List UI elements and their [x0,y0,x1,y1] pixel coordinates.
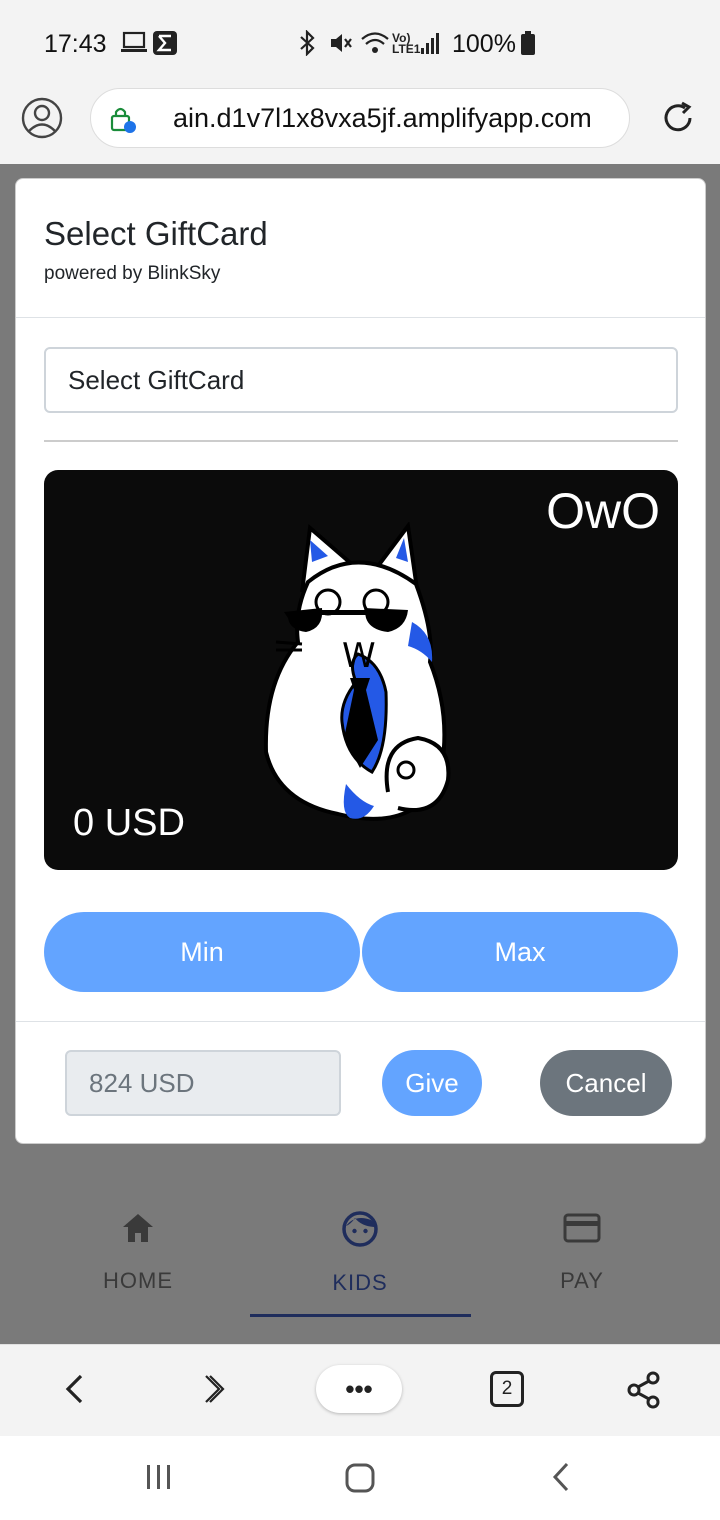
forward-arrow-icon[interactable] [198,1371,228,1407]
url-field[interactable]: ain.d1v7l1x8vxa5jf.amplifyapp.com [90,88,630,148]
amount-preset-buttons: Min Max [44,912,678,992]
cancel-button[interactable]: Cancel [540,1050,672,1116]
laptop-icon [121,31,147,52]
home-button-icon[interactable] [344,1462,376,1494]
battery-icon [521,31,535,55]
recent-apps-icon[interactable] [144,1462,174,1492]
nav-label-pay: PAY [560,1268,604,1293]
modal-footer: 824 USD Give Cancel [16,1021,705,1145]
nav-label-kids: KIDS [332,1270,388,1295]
more-menu-button[interactable]: ••• [316,1365,402,1413]
modal-subtitle: powered by BlinkSky [44,263,221,284]
system-navigation-bar [0,1436,720,1520]
nav-item-kids[interactable]: KIDS [250,1210,470,1320]
share-icon[interactable] [626,1371,662,1409]
gift-card-modal: Select GiftCard powered by BlinkSky Sele… [15,178,706,1144]
battery-percent: 100% [452,30,516,58]
profile-icon[interactable] [20,96,64,140]
modal-header: Select GiftCard powered by BlinkSky [16,179,705,318]
browser-address-bar: ain.d1v7l1x8vxa5jf.amplifyapp.com [0,88,720,164]
nav-item-home[interactable]: HOME [28,1210,248,1320]
modal-title: Select GiftCard [44,215,268,252]
cat-mascot-illustration: W [263,522,451,821]
status-time: 17:43 [44,30,107,58]
nav-label-home: HOME [103,1268,173,1293]
cat-letter: W [342,636,376,676]
gift-card-select[interactable]: Select GiftCard [44,347,678,413]
browser-toolbar: ••• 2 [0,1344,720,1436]
home-icon [123,1214,153,1242]
card-brand: OwO [546,483,660,539]
system-back-icon[interactable] [548,1460,574,1494]
credit-card-icon [563,1213,601,1243]
reload-icon[interactable] [658,98,698,138]
app-bottom-nav: HOME KIDS PAY [0,1180,720,1344]
network-label: Vo) LTE1 [392,31,421,56]
min-button[interactable]: Min [44,912,360,992]
sigma-icon [153,31,177,55]
wifi-icon [361,32,389,53]
give-button[interactable]: Give [382,1050,482,1116]
bluetooth-icon [300,30,315,56]
kid-face-icon [342,1211,378,1247]
status-bar: 17:43 Vo) LTE1 100% [0,0,720,88]
card-balance: 0 USD [73,802,185,844]
tabs-count-button[interactable]: 2 [490,1371,524,1407]
lock-icon[interactable] [109,104,137,134]
back-arrow-icon[interactable] [60,1371,90,1407]
gift-card-preview: OwO W 0 USD [44,470,678,870]
mute-icon [331,34,352,52]
max-button[interactable]: Max [362,912,678,992]
signal-icon [421,33,439,54]
divider [44,440,678,442]
url-text: ain.d1v7l1x8vxa5jf.amplifyapp.com [173,103,592,133]
nav-item-pay[interactable]: PAY [472,1210,692,1320]
active-tab-indicator [250,1314,471,1317]
amount-input[interactable]: 824 USD [65,1050,341,1116]
